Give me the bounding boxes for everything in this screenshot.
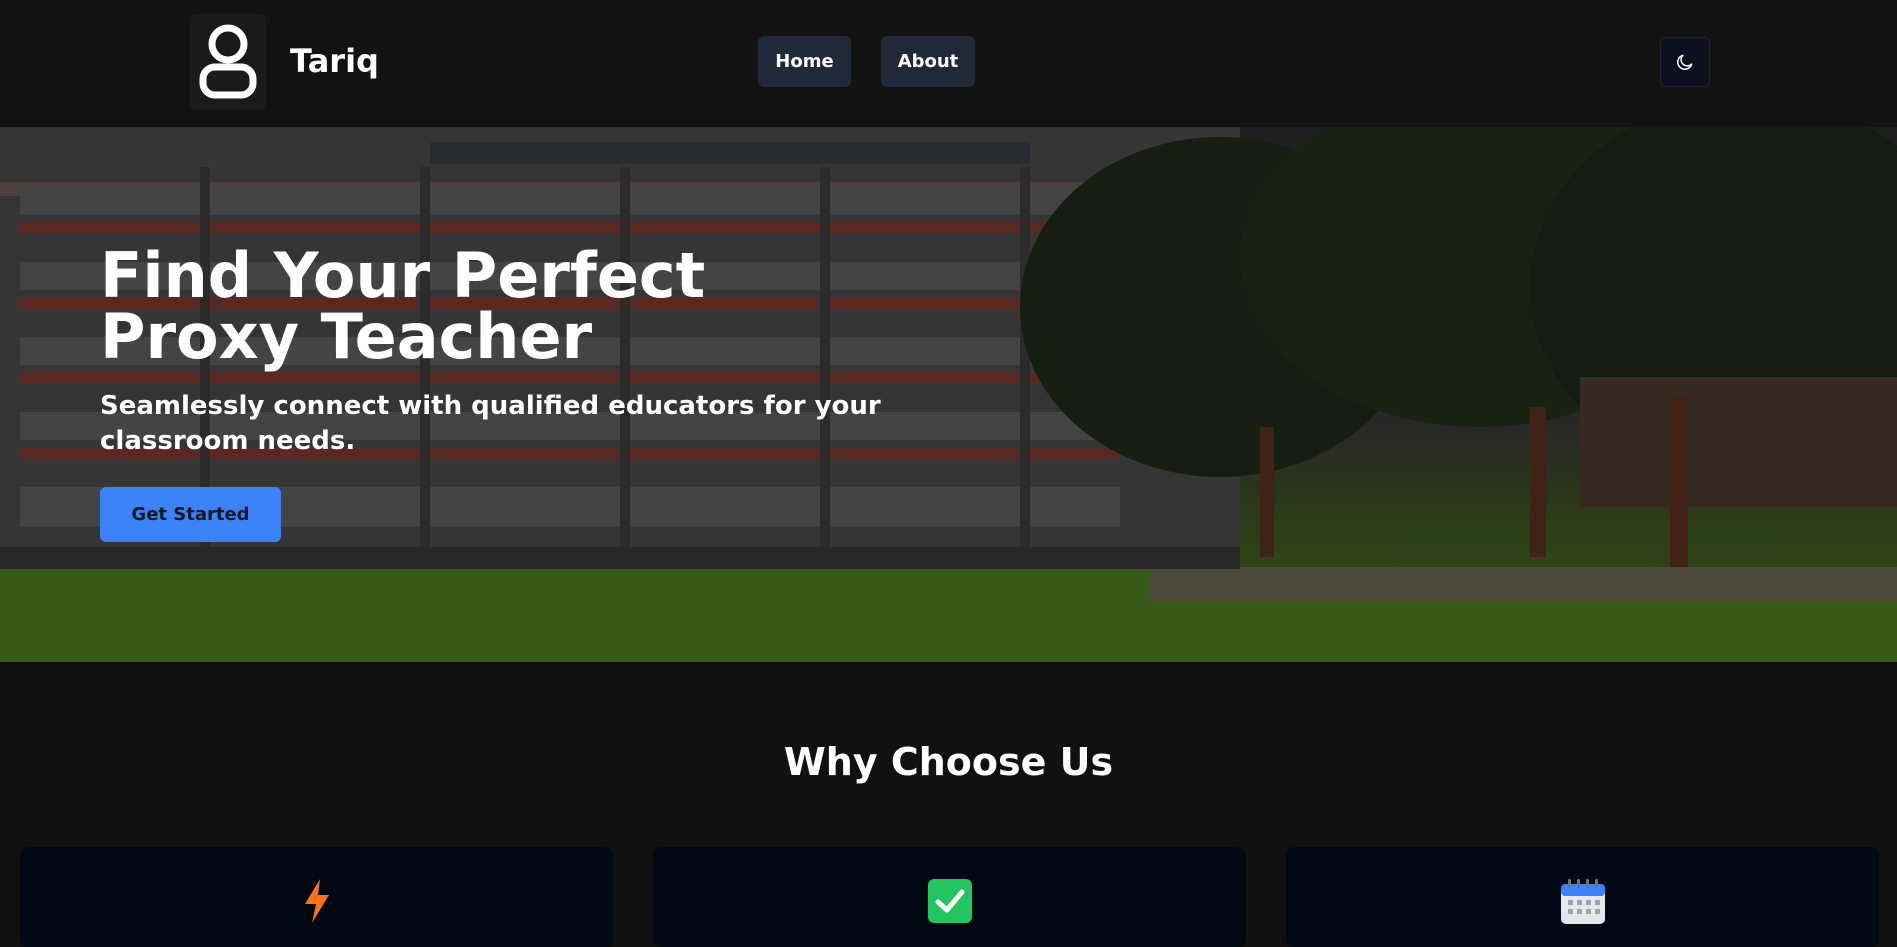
checkmark-icon (927, 879, 972, 927)
feature-card (653, 847, 1246, 947)
section-title: Why Choose Us (783, 740, 1114, 784)
feature-card (1286, 847, 1879, 947)
get-started-button[interactable]: Get Started (100, 487, 281, 542)
user-icon (199, 24, 257, 99)
theme-toggle-button[interactable] (1660, 37, 1710, 87)
moon-icon (1677, 54, 1693, 70)
hero-section: Find Your Perfect Proxy Teacher Seamless… (0, 127, 1897, 662)
lightning-icon (303, 879, 331, 927)
hero-subtitle: Seamlessly connect with qualified educat… (100, 391, 881, 456)
nav-about-button[interactable]: About (881, 36, 975, 87)
top-navbar: Tariq Home About (0, 0, 1897, 127)
hero-title: Find Your Perfect Proxy Teacher (100, 239, 706, 373)
calendar-icon (1560, 879, 1606, 929)
brand-name[interactable]: Tariq (290, 42, 379, 80)
feature-card (20, 847, 613, 947)
nav-home-button[interactable]: Home (758, 36, 851, 87)
logo[interactable] (190, 14, 266, 110)
